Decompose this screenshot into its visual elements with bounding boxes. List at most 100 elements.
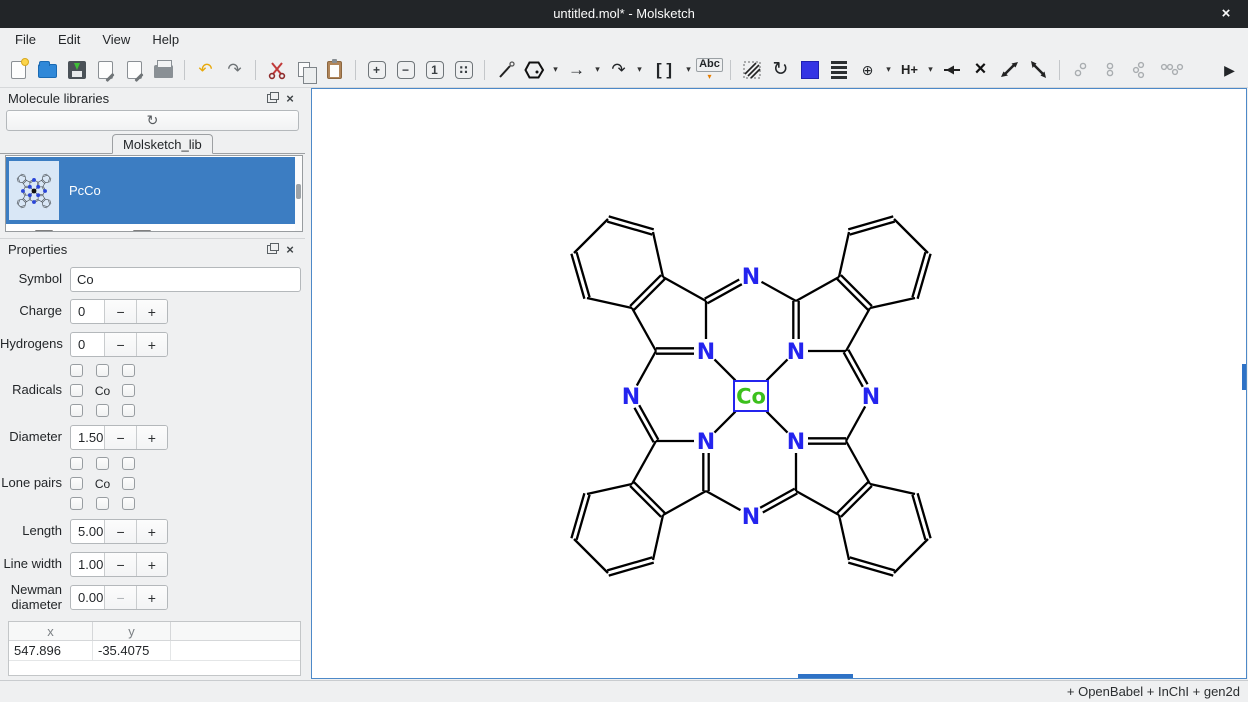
toolbar-overflow-button[interactable]: ▶ bbox=[1216, 56, 1243, 83]
bond[interactable] bbox=[767, 412, 788, 433]
diameter-increment-button[interactable]: + bbox=[136, 426, 167, 449]
charge-decrement-button[interactable]: − bbox=[104, 300, 135, 323]
coordinate-x-cell[interactable]: 547.896 bbox=[9, 641, 93, 660]
radical-checkbox[interactable] bbox=[70, 364, 83, 377]
zoom-out-button[interactable]: − bbox=[392, 56, 419, 83]
radical-checkbox[interactable] bbox=[122, 404, 135, 417]
hydrogen-tool-dropdown[interactable]: ▾ bbox=[924, 56, 937, 83]
radical-checkbox[interactable] bbox=[96, 404, 109, 417]
lone-pair-checkbox[interactable] bbox=[122, 497, 135, 510]
bond[interactable] bbox=[637, 351, 656, 386]
line-width-value[interactable]: 1.00 bbox=[71, 553, 104, 576]
radical-checkbox[interactable] bbox=[70, 384, 83, 397]
radical-checkbox[interactable] bbox=[122, 364, 135, 377]
column-header-x[interactable]: x bbox=[9, 622, 93, 640]
arrow-tool-button[interactable]: → bbox=[563, 56, 590, 83]
menu-file[interactable]: File bbox=[4, 28, 47, 52]
canvas-vscrollbar-thumb[interactable] bbox=[1242, 364, 1246, 390]
bond[interactable] bbox=[846, 406, 865, 441]
coordinate-y-cell[interactable]: -35.4075 bbox=[93, 641, 171, 660]
molecule[interactable]: CoNNNNNNNN bbox=[501, 146, 1001, 646]
hatch-tool-button[interactable] bbox=[738, 56, 765, 83]
length-spinbox[interactable]: 5.00 − + bbox=[70, 519, 168, 544]
library-item-pcco[interactable]: PcCo bbox=[6, 157, 296, 224]
bracket-tool-button[interactable]: [ ] bbox=[647, 56, 681, 83]
bond[interactable] bbox=[841, 486, 872, 517]
lone-pair-checkbox[interactable] bbox=[70, 477, 83, 490]
rotate-tool-button[interactable]: ↻ bbox=[767, 56, 794, 83]
charge-value[interactable]: 0 bbox=[71, 300, 104, 323]
tab-molsketch-lib[interactable]: Molsketch_lib bbox=[112, 134, 213, 154]
library-list[interactable]: PcCo bbox=[5, 155, 303, 232]
bond[interactable] bbox=[796, 277, 839, 301]
line-width-button[interactable] bbox=[825, 56, 852, 83]
atom-N[interactable]: N bbox=[787, 340, 805, 365]
bond[interactable] bbox=[837, 279, 868, 310]
atom-N[interactable]: N bbox=[622, 385, 640, 410]
align-tool-button[interactable] bbox=[938, 56, 965, 83]
diameter-value[interactable]: 1.50 bbox=[71, 426, 104, 449]
bond[interactable] bbox=[634, 482, 665, 513]
title-bar[interactable]: untitled.mol* - Molsketch × bbox=[0, 0, 1248, 28]
dock-float-button[interactable] bbox=[263, 242, 281, 256]
bond[interactable] bbox=[841, 275, 872, 306]
lone-pair-checkbox[interactable] bbox=[70, 457, 83, 470]
bond[interactable] bbox=[574, 539, 608, 573]
radical-checkbox[interactable] bbox=[122, 384, 135, 397]
diameter-spinbox[interactable]: 1.50 − + bbox=[70, 425, 168, 450]
hydrogens-increment-button[interactable]: + bbox=[136, 333, 167, 356]
charge-tool-dropdown[interactable]: ▾ bbox=[882, 56, 895, 83]
line-width-increment-button[interactable]: + bbox=[136, 553, 167, 576]
symbol-input[interactable]: Co bbox=[70, 267, 301, 292]
flip-horizontal-button[interactable] bbox=[996, 56, 1023, 83]
atom-N[interactable]: N bbox=[697, 430, 715, 455]
lone-pair-tool-button[interactable] bbox=[1067, 56, 1094, 83]
bond[interactable] bbox=[839, 232, 849, 277]
lone-pair-checkbox[interactable] bbox=[122, 457, 135, 470]
library-refresh-button[interactable]: ↻ bbox=[6, 110, 299, 131]
flip-vertical-button[interactable] bbox=[1025, 56, 1052, 83]
canvas-hscrollbar-thumb[interactable] bbox=[798, 674, 853, 678]
export-button[interactable] bbox=[121, 56, 148, 83]
bond[interactable] bbox=[761, 282, 796, 301]
hydrogen-tool-button[interactable]: H+ bbox=[896, 56, 923, 83]
zoom-original-button[interactable]: 1 bbox=[421, 56, 448, 83]
newman-diameter-decrement-button[interactable]: − bbox=[104, 586, 135, 609]
bond[interactable] bbox=[663, 277, 706, 301]
color-button[interactable] bbox=[796, 56, 823, 83]
lone-pair-checkbox[interactable] bbox=[96, 457, 109, 470]
bond[interactable] bbox=[796, 491, 839, 515]
curved-arrow-tool-button[interactable]: ↷ bbox=[605, 56, 632, 83]
open-file-button[interactable] bbox=[34, 56, 61, 83]
newman-diameter-spinbox[interactable]: 0.00 − + bbox=[70, 585, 168, 610]
arrow-tool-dropdown[interactable]: ▾ bbox=[591, 56, 604, 83]
length-value[interactable]: 5.00 bbox=[71, 520, 104, 543]
new-file-button[interactable] bbox=[5, 56, 32, 83]
print-button[interactable] bbox=[150, 56, 177, 83]
window-close-button[interactable]: × bbox=[1212, 0, 1240, 28]
newman-diameter-value[interactable]: 0.00 bbox=[71, 586, 104, 609]
radical-tool-button[interactable] bbox=[1125, 56, 1152, 83]
lone-pair-checkbox[interactable] bbox=[122, 477, 135, 490]
atom-N[interactable]: N bbox=[787, 430, 805, 455]
atom-N[interactable]: N bbox=[742, 265, 760, 290]
redo-button[interactable]: ↷ bbox=[221, 56, 248, 83]
bond[interactable] bbox=[632, 308, 656, 351]
import-button[interactable] bbox=[92, 56, 119, 83]
scrollbar-thumb[interactable] bbox=[296, 184, 301, 199]
bond[interactable] bbox=[846, 308, 870, 351]
bond[interactable] bbox=[894, 539, 928, 573]
length-decrement-button[interactable]: − bbox=[104, 520, 135, 543]
bond[interactable] bbox=[634, 279, 665, 310]
bond[interactable] bbox=[767, 359, 788, 380]
column-header-y[interactable]: y bbox=[93, 622, 171, 640]
charge-tool-button[interactable]: ⊕ bbox=[854, 56, 881, 83]
atom-N[interactable]: N bbox=[697, 340, 715, 365]
bond[interactable] bbox=[839, 515, 849, 560]
charge-spinbox[interactable]: 0 − + bbox=[70, 299, 168, 324]
zoom-fit-button[interactable]: ∷ bbox=[450, 56, 477, 83]
bond[interactable] bbox=[632, 441, 656, 484]
library-scrollbar[interactable] bbox=[295, 157, 302, 231]
charge-increment-button[interactable]: + bbox=[136, 300, 167, 323]
bond[interactable] bbox=[870, 298, 915, 308]
